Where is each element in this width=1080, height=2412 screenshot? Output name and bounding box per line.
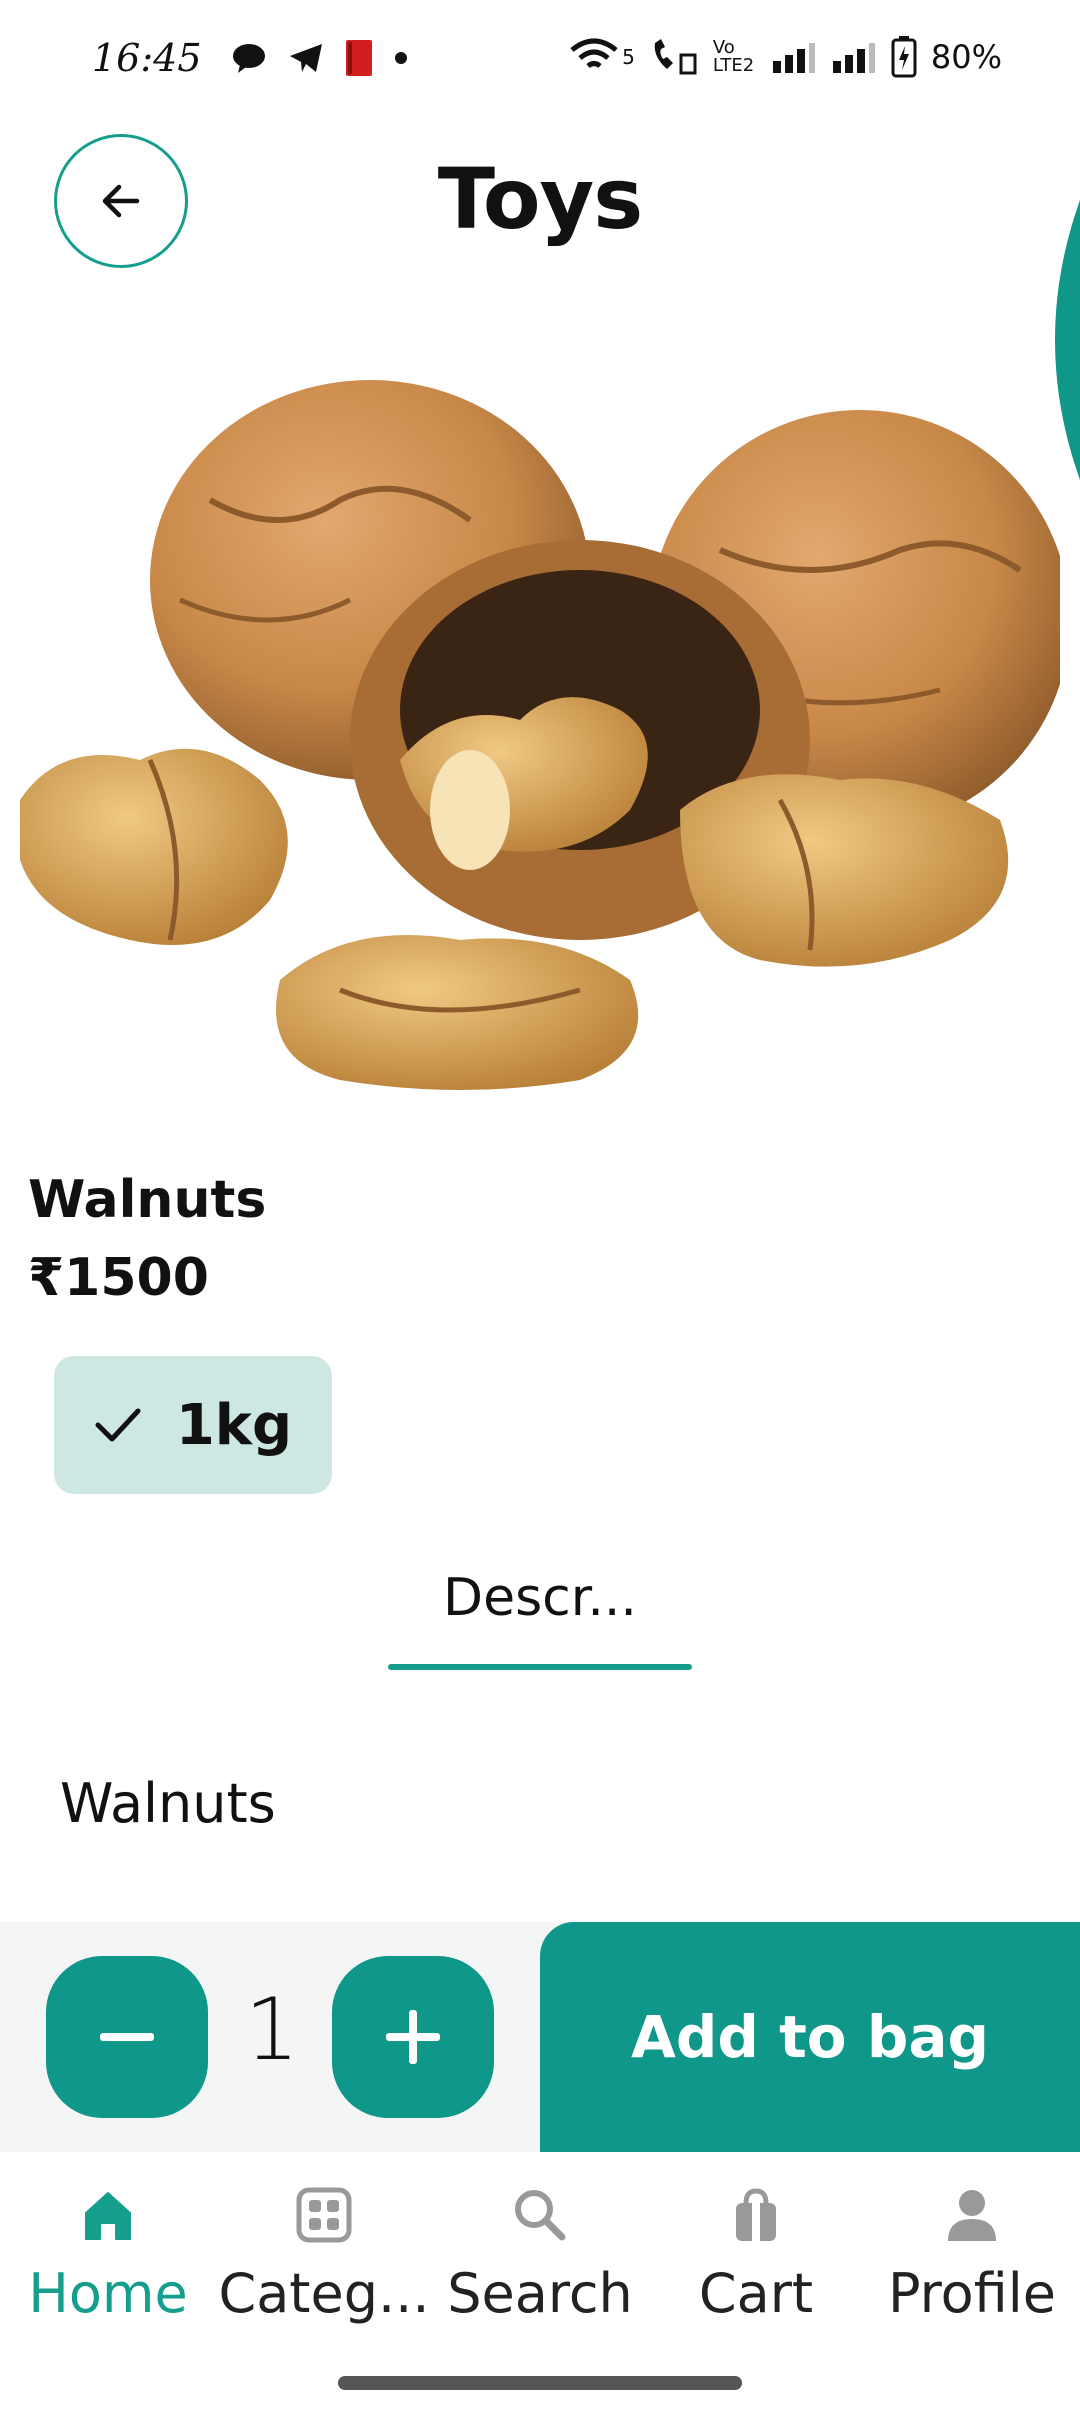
volte-label: Vo LTE2 <box>712 37 755 76</box>
nav-categories-label: Categ... <box>218 2262 430 2325</box>
check-icon <box>95 1408 141 1442</box>
signal-2-icon <box>832 43 875 73</box>
product-image <box>20 380 1060 1090</box>
plus-icon <box>386 2010 440 2064</box>
add-to-bag-button[interactable]: Add to bag <box>540 1922 1080 2152</box>
network-5g-label: 5 <box>622 45 635 69</box>
nav-cart-label: Cart <box>698 2262 814 2325</box>
status-bar: 16:45 5 Vo LTE2 80% <box>0 0 1080 120</box>
nav-search-label: Search <box>447 2262 633 2325</box>
variant-label: 1kg <box>175 1392 293 1458</box>
nav-categories[interactable]: Categ... <box>216 2180 432 2330</box>
quantity-value: 1 <box>244 1980 300 2080</box>
minus-icon <box>100 2033 154 2041</box>
grid-icon <box>296 2187 352 2243</box>
status-time: 16:45 <box>92 36 202 80</box>
book-app-icon <box>346 40 372 76</box>
bag-icon <box>736 2188 776 2241</box>
status-app-icons <box>232 40 408 76</box>
tab-indicator <box>388 1664 692 1670</box>
description-text: Walnuts <box>60 1772 276 1835</box>
chat-bubble-icon <box>233 44 265 73</box>
more-dot-icon <box>395 52 407 64</box>
product-name: Walnuts <box>28 1170 267 1230</box>
nav-cart[interactable]: Cart <box>648 2180 864 2330</box>
wifi-calling-icon <box>654 39 697 75</box>
battery-icon <box>891 36 917 78</box>
battery-percent: 80% <box>930 38 1002 76</box>
wifi-icon <box>570 38 618 69</box>
nav-profile-label: Profile <box>888 2262 1056 2325</box>
variant-chip[interactable]: 1kg <box>54 1356 332 1494</box>
decrease-quantity-button[interactable] <box>46 1956 208 2118</box>
tab-label: Descr... <box>443 1568 637 1628</box>
nav-home[interactable]: Home <box>0 2180 216 2330</box>
person-icon <box>948 2190 996 2241</box>
home-indicator <box>338 2376 742 2390</box>
signal-1-icon <box>772 43 815 73</box>
search-icon <box>515 2190 566 2241</box>
nav-profile[interactable]: Profile <box>864 2180 1080 2330</box>
nav-search[interactable]: Search <box>432 2180 648 2330</box>
nav-home-label: Home <box>28 2262 188 2325</box>
status-right: 5 Vo LTE2 80% <box>568 36 1002 78</box>
increase-quantity-button[interactable] <box>332 1956 494 2118</box>
telegram-icon <box>290 44 322 72</box>
product-price: ₹1500 <box>28 1248 209 1308</box>
home-icon <box>85 2192 131 2240</box>
page-title: Toys <box>437 150 644 248</box>
tab-description[interactable]: Descr... <box>388 1560 692 1670</box>
